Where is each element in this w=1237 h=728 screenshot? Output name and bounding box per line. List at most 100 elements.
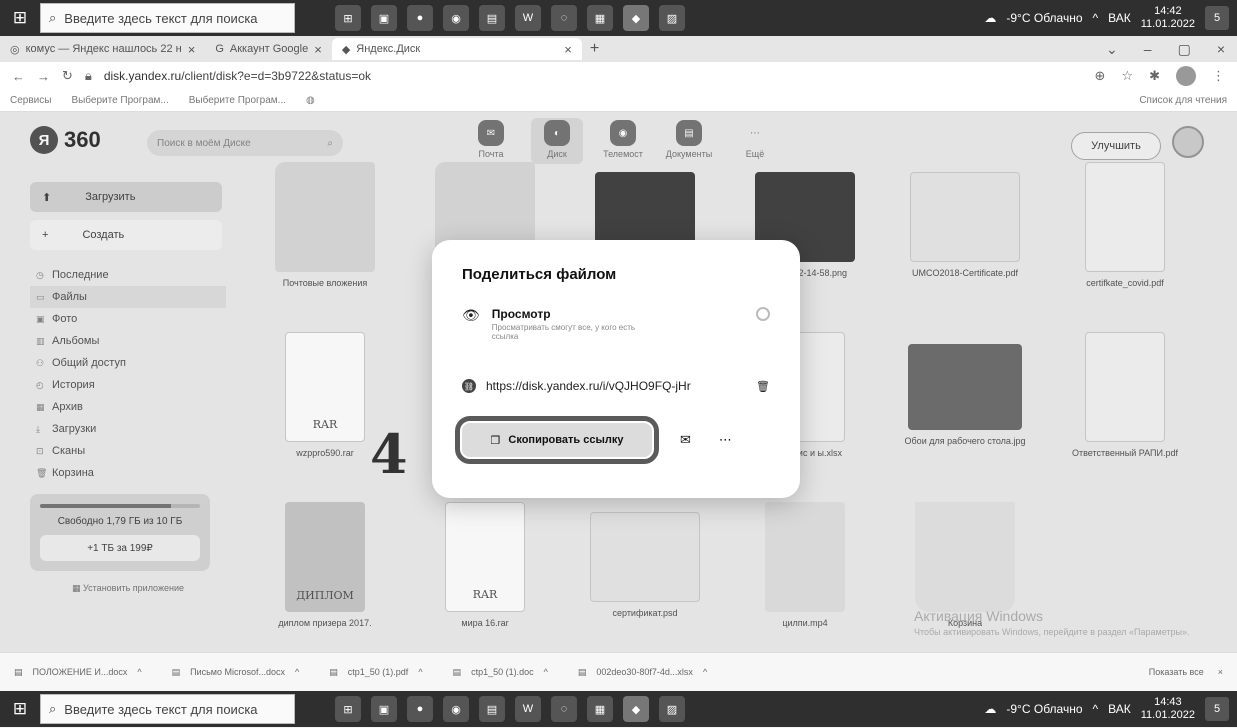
word-icon[interactable]: W (515, 696, 541, 722)
bookmarks-bar: Сервисы Выберите Програм... Выберите Про… (0, 90, 1237, 112)
tab-search[interactable]: ◎ комус — Яндекс нашлось 22 н × (0, 38, 205, 60)
weather-text[interactable]: -9°C Облачно (1006, 11, 1082, 25)
delete-link-icon[interactable]: 🗑︎ (756, 380, 770, 393)
task-view-icon[interactable]: ⊞ (335, 5, 361, 31)
windows-start-button[interactable]: ⊞ (0, 691, 40, 727)
bookmark-star-icon[interactable]: ☆ (1121, 68, 1133, 84)
copy-icon: ❐ (490, 434, 501, 447)
file-icon: ▤ (452, 666, 462, 677)
browser-tab-strip: ◎ комус — Яндекс нашлось 22 н × G Аккаун… (0, 36, 1237, 62)
clock[interactable]: 14:42 11.01.2022 (1141, 5, 1195, 31)
download-item[interactable]: ▤ ПОЛОЖЕНИЕ И...docx ^ (14, 667, 142, 678)
browser-icon[interactable]: ◉ (443, 696, 469, 722)
download-label: ПОЛОЖЕНИЕ И...docx (32, 667, 128, 677)
tray-chevron-icon[interactable]: ^ (1093, 11, 1099, 25)
close-icon[interactable]: × (1218, 667, 1223, 677)
show-all-downloads[interactable]: Показать все (1149, 667, 1204, 677)
download-item[interactable]: ▤ Письмо Microsof...docx ^ (172, 667, 300, 678)
share-icon[interactable]: ⊕ (1095, 68, 1106, 84)
yandex-browser-icon[interactable]: ◆ (623, 5, 649, 31)
notification-icon[interactable]: 5 (1205, 6, 1229, 30)
word-icon[interactable]: W (515, 5, 541, 31)
download-item[interactable]: ▤ ctp1_50 (1).pdf ^ (329, 667, 422, 678)
lang-indicator[interactable]: ВАК (1108, 11, 1131, 25)
weather-cloud-icon: ☁ (984, 11, 997, 25)
explorer-icon[interactable]: ▣ (371, 5, 397, 31)
taskbar-search[interactable]: ⌕ Введите здесь текст для поиска (40, 3, 295, 33)
close-icon[interactable]: × (314, 42, 322, 57)
tab-label: комус — Яндекс нашлось 22 н (25, 43, 182, 55)
search-icon: ⌕ (49, 701, 57, 716)
bookmark-item[interactable]: Выберите Програм... (71, 95, 168, 106)
file-icon: ▤ (171, 666, 181, 677)
edge-icon[interactable]: ◌ (551, 5, 577, 31)
taskbar-search[interactable]: ⌕ Введите здесь текст для поиска (40, 694, 295, 724)
chevron-up-icon[interactable]: ^ (544, 667, 548, 677)
chrome-icon[interactable]: ● (407, 5, 433, 31)
maximize-icon[interactable]: ▢ (1178, 41, 1191, 58)
notification-icon[interactable]: 5 (1205, 697, 1229, 721)
close-icon[interactable]: × (188, 42, 196, 57)
mail-app-icon[interactable]: ▤ (479, 5, 505, 31)
weather-text[interactable]: -9°C Облачно (1006, 702, 1082, 716)
browser-icon[interactable]: ◉ (443, 5, 469, 31)
tab-google-account[interactable]: G Аккаунт Google × (205, 38, 332, 60)
tab-search-chevron-icon[interactable]: ⌄ (1106, 41, 1118, 58)
minimize-icon[interactable]: – (1144, 41, 1152, 58)
new-tab-icon[interactable]: + (590, 40, 599, 58)
extensions-icon[interactable]: ✱ (1149, 68, 1160, 84)
download-label: ctp1_50 (1).pdf (347, 667, 409, 677)
bookmark-globe-icon[interactable]: ◍ (306, 95, 315, 106)
search-icon: ⌕ (49, 10, 57, 25)
weather-cloud-icon: ☁ (984, 702, 997, 716)
bookmark-apps[interactable]: Сервисы (10, 95, 51, 106)
copy-link-button[interactable]: ❐ Скопировать ссылку (455, 416, 659, 464)
download-label: Письмо Microsof...docx (190, 667, 286, 677)
windows-start-button[interactable]: ⊞ (0, 0, 40, 36)
chevron-up-icon[interactable]: ^ (295, 667, 299, 677)
view-permission-row: 👁︎ Просмотр Просматривать смогут все, у … (462, 307, 770, 341)
mail-app-icon[interactable]: ▤ (479, 696, 505, 722)
file-icon: ▤ (577, 666, 587, 677)
clock-date: 11.01.2022 (1140, 709, 1195, 721)
mail-share-icon[interactable]: ✉ (680, 432, 691, 448)
download-item[interactable]: ▤ 002deo30-80f7-4d...xlsx ^ (578, 667, 707, 678)
tray-chevron-icon[interactable]: ^ (1093, 702, 1099, 716)
tab-label: Яндекс.Диск (356, 43, 421, 55)
close-icon[interactable]: × (564, 42, 572, 57)
yandex-browser-icon[interactable]: ◆ (623, 696, 649, 722)
app-icon[interactable]: ▦ (587, 5, 613, 31)
download-item[interactable]: ▤ ctp1_50 (1).doc ^ (453, 667, 548, 678)
chevron-up-icon[interactable]: ^ (137, 667, 141, 677)
task-view-icon[interactable]: ⊞ (335, 696, 361, 722)
explorer-icon[interactable]: ▣ (371, 696, 397, 722)
clock-date: 11.01.2022 (1140, 18, 1195, 30)
download-label: ctp1_50 (1).doc (471, 667, 534, 677)
more-options-icon[interactable]: ⋯ (719, 432, 732, 448)
chevron-up-icon[interactable]: ^ (418, 667, 422, 677)
bookmark-item[interactable]: Выберите Програм... (189, 95, 286, 106)
link-row: ⛓ https://disk.yandex.ru/i/vQJHO9FQ-jHr … (462, 379, 770, 393)
clock-time: 14:42 (1154, 5, 1182, 17)
paint-icon[interactable]: ▨ (659, 696, 685, 722)
chrome-icon[interactable]: ● (407, 696, 433, 722)
forward-icon[interactable]: → (37, 69, 50, 84)
profile-avatar[interactable] (1176, 66, 1196, 86)
app-icon[interactable]: ▦ (587, 696, 613, 722)
share-link-text[interactable]: https://disk.yandex.ru/i/vQJHO9FQ-jHr (486, 379, 691, 393)
window-close-icon[interactable]: × (1217, 41, 1225, 58)
chevron-up-icon[interactable]: ^ (703, 667, 707, 677)
paint-icon[interactable]: ▨ (659, 5, 685, 31)
menu-icon[interactable]: ⋮ (1212, 68, 1225, 84)
view-settings-icon[interactable] (756, 307, 770, 321)
tab-yandex-disk[interactable]: ◆ Яндекс.Диск × (331, 38, 582, 60)
reload-icon[interactable]: ↻ (62, 68, 73, 84)
clock[interactable]: 14:43 11.01.2022 (1141, 696, 1195, 722)
windows-activation-title: Активация Windows (914, 608, 1044, 624)
back-icon[interactable]: ← (12, 69, 25, 84)
edge-icon[interactable]: ◌ (551, 696, 577, 722)
lang-indicator[interactable]: ВАК (1108, 702, 1131, 716)
url-field[interactable]: disk.yandex.ru/client/disk?e=d=3b9722&st… (104, 69, 371, 83)
windows-activation-text: Чтобы активировать Windows, перейдите в … (914, 627, 1190, 637)
reading-list[interactable]: Список для чтения (1139, 95, 1227, 106)
